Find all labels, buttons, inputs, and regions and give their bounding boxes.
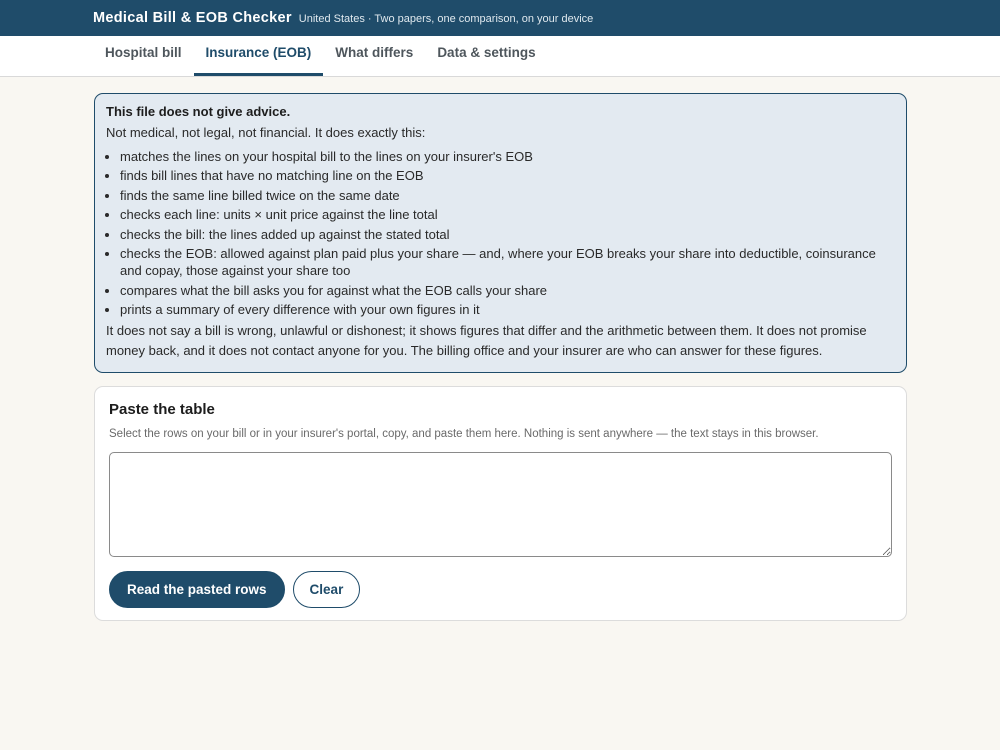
paste-card: Paste the table Select the rows on your … xyxy=(94,386,907,621)
notice-outro: It does not say a bill is wrong, unlawfu… xyxy=(106,322,867,359)
notice-list-item: finds bill lines that have no matching l… xyxy=(120,167,895,185)
paste-textarea[interactable] xyxy=(109,452,892,557)
notice-list-item: prints a summary of every difference wit… xyxy=(120,301,895,319)
paste-help-text: Select the rows on your bill or in your … xyxy=(109,428,819,440)
tab-insurance-eob[interactable]: Insurance (EOB) xyxy=(193,36,324,76)
notice-title: This file does not give advice. xyxy=(106,104,291,119)
notice-list-item: checks each line: units × unit price aga… xyxy=(120,206,895,224)
notice-list-item: checks the EOB: allowed against plan pai… xyxy=(120,245,895,280)
tab-data-settings[interactable]: Data & settings xyxy=(425,36,547,76)
app-header: Medical Bill & EOB Checker United States… xyxy=(0,0,1000,36)
app-title: Medical Bill & EOB Checker xyxy=(93,10,292,26)
notice-list-item: checks the bill: the lines added up agai… xyxy=(120,226,895,244)
tab-bar: Hospital bill Insurance (EOB) What diffe… xyxy=(0,36,1000,77)
tab-hospital-bill[interactable]: Hospital bill xyxy=(93,36,194,76)
tab-what-differs[interactable]: What differs xyxy=(323,36,425,76)
clear-button[interactable]: Clear xyxy=(292,571,361,608)
paste-actions: Read the pasted rows Clear xyxy=(109,571,892,608)
notice-list-item: finds the same line billed twice on the … xyxy=(120,187,895,205)
paste-heading: Paste the table xyxy=(109,401,215,418)
notice-list-item: compares what the bill asks you for agai… xyxy=(120,282,895,300)
read-pasted-rows-button[interactable]: Read the pasted rows xyxy=(109,571,285,608)
notice-intro: Not medical, not legal, not financial. I… xyxy=(106,125,426,140)
notice-list: matches the lines on your hospital bill … xyxy=(106,148,895,319)
app-subtitle: United States · Two papers, one comparis… xyxy=(298,13,594,25)
disclaimer-notice: This file does not give advice. Not medi… xyxy=(94,93,907,373)
notice-list-item: matches the lines on your hospital bill … xyxy=(120,148,895,166)
